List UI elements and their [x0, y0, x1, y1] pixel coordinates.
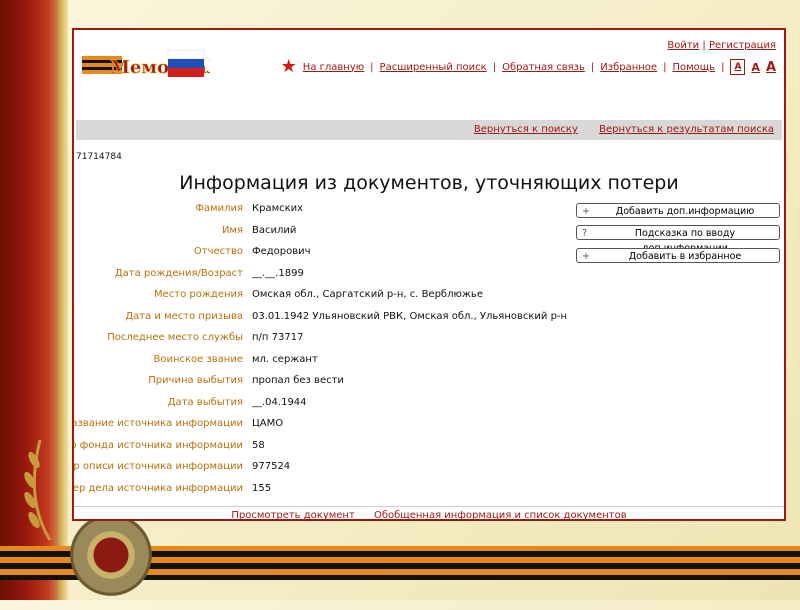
main-panel: МемориаЛ Войти | Регистрация ★ На главну…: [72, 28, 786, 521]
field-label: Дата рождения/Возраст: [114, 267, 243, 279]
field-value: мл. сержант: [252, 353, 318, 365]
record-id: 71714784: [76, 152, 122, 162]
field-row-source-name: Название источника информации ЦАМО: [72, 417, 784, 438]
field-label: Место рождения: [154, 289, 243, 300]
field-value: __.04.1944: [252, 396, 307, 408]
field-label: Имя: [221, 224, 243, 236]
field-value: __.__.1899: [252, 267, 304, 279]
register-link[interactable]: Регистрация: [709, 40, 776, 51]
font-size-large-button[interactable]: A: [766, 60, 776, 75]
plus-icon: +: [582, 251, 590, 262]
field-row-departure-date: Дата выбытия __.04.1944: [74, 396, 784, 417]
nav-feedback-link[interactable]: Обратная связь: [502, 62, 585, 73]
field-label: Отчество: [193, 246, 243, 257]
back-to-search-link[interactable]: Вернуться к поиску: [474, 124, 578, 135]
field-value: Федорович: [252, 246, 311, 257]
field-value: Крамских: [252, 203, 304, 214]
nav-home-link[interactable]: На главную: [303, 62, 364, 73]
field-label: Дата и место призыва: [125, 310, 243, 322]
field-row-case-number: Номер дела источника информации 155: [72, 482, 784, 503]
field-row-draft: Дата и место призыва 03.01.1942 Ульяновс…: [74, 310, 784, 331]
field-row-reason: Причина выбытия пропал без вести: [74, 374, 784, 395]
field-label: Номер фонда источника информации: [74, 439, 243, 451]
back-to-results-link[interactable]: Вернуться к результатам поиска: [599, 124, 774, 135]
login-link[interactable]: Войти: [667, 40, 699, 51]
field-row-last-service: Последнее место службы п/п 73717: [74, 331, 784, 352]
field-label: Причина выбытия: [148, 375, 243, 386]
field-label: Последнее место службы: [107, 332, 243, 343]
field-label: Номер дела источника информации: [72, 482, 243, 494]
plus-icon: +: [582, 206, 590, 217]
laurel-wreath-icon: [24, 440, 52, 540]
add-info-button[interactable]: + Добавить доп.информацию: [576, 203, 780, 218]
field-label: Дата выбытия: [167, 396, 243, 408]
memorial-logo[interactable]: МемориаЛ: [80, 40, 210, 88]
field-label: Воинское звание: [153, 353, 243, 365]
nav-help-link[interactable]: Помощь: [672, 62, 715, 73]
field-value: Омская обл., Саргатский р-н, с. Верблюжь…: [252, 289, 483, 300]
field-row-fund-number: Номер фонда источника информации 58: [74, 439, 784, 460]
field-label: Фамилия: [195, 203, 243, 214]
font-size-medium-button[interactable]: A: [751, 61, 760, 74]
field-row-rank: Воинское звание мл. сержант: [74, 353, 784, 374]
input-hint-button[interactable]: ? Подсказка по вводу доп.информации: [576, 225, 780, 254]
nav-favorites-link[interactable]: Избранное: [600, 62, 657, 73]
field-value: 03.01.1942 Ульяновский РВК, Омская обл.,…: [252, 310, 568, 322]
field-value: 58: [252, 439, 265, 451]
add-to-favorites-button[interactable]: + Добавить в избранное: [576, 248, 780, 263]
font-size-small-button[interactable]: A: [730, 59, 746, 75]
nav-advanced-search-link[interactable]: Расширенный поиск: [380, 62, 487, 73]
field-value: 155: [252, 482, 272, 494]
field-value: п/п 73717: [252, 332, 304, 343]
top-navigation: Войти | Регистрация ★ На главную | Расши…: [280, 40, 776, 77]
field-row-birth-place: Место рождения Омская обл., Саргатский р…: [74, 288, 784, 309]
summary-link[interactable]: Обобщенная информация и список документо…: [374, 510, 627, 519]
search-return-bar: Вернуться к поиску Вернуться к результат…: [76, 120, 782, 140]
field-value: ЦАМО: [252, 418, 284, 429]
field-value: пропал без вести: [252, 375, 344, 386]
field-label: Номер описи источника информации: [73, 461, 243, 472]
star-icon: ★: [280, 56, 297, 77]
page-title: Информация из документов, уточняющих пот…: [179, 172, 679, 194]
field-value: Василий: [252, 224, 297, 236]
field-row-inventory-number: Номер описи источника информации 977524: [73, 460, 784, 481]
document-links: Просмотреть документ Обобщенная информац…: [74, 506, 784, 519]
flag-icon: [167, 49, 205, 77]
question-icon: ?: [582, 228, 588, 239]
view-document-link[interactable]: Просмотреть документ: [231, 510, 354, 519]
field-value: 977524: [252, 461, 291, 472]
field-label: Название источника информации: [72, 418, 243, 429]
field-row-birth-date: Дата рождения/Возраст __.__.1899: [74, 267, 784, 288]
